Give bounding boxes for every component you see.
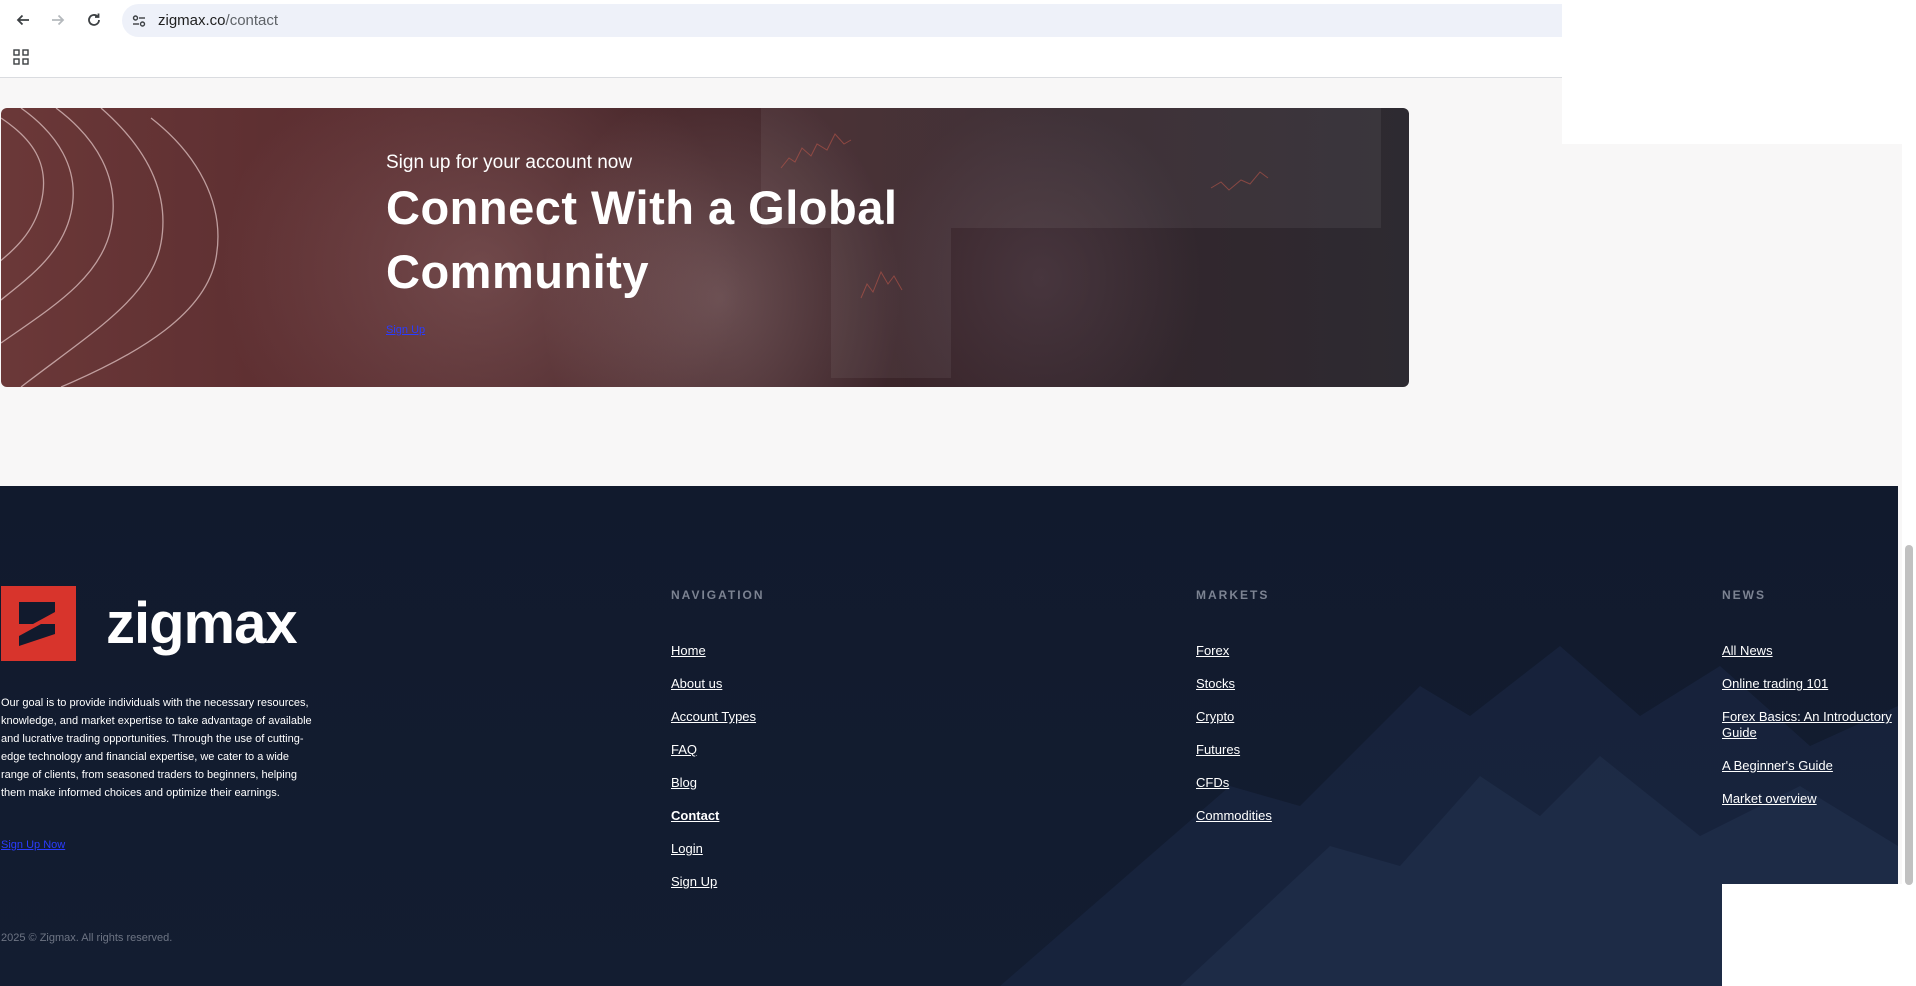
browser-toolbar: zigmax.co/contact xyxy=(0,0,1562,40)
footer-news-column: NEWS All News Online trading 101 Forex B… xyxy=(1722,588,1892,824)
footer-link-forex-basics[interactable]: Forex Basics: An Introductory Guide xyxy=(1722,709,1892,741)
page-body: Sign up for your account now Connect Wit… xyxy=(0,78,1916,986)
brand-logo[interactable]: zigmax xyxy=(1,586,298,661)
footer-link-online-trading-101[interactable]: Online trading 101 xyxy=(1722,676,1892,692)
apps-grid-icon[interactable] xyxy=(13,49,29,65)
banner-signup-link[interactable]: Sign Up xyxy=(386,324,425,336)
footer-link-market-overview[interactable]: Market overview xyxy=(1722,791,1892,807)
footer-link-futures[interactable]: Futures xyxy=(1196,742,1272,758)
footer-link-stocks[interactable]: Stocks xyxy=(1196,676,1272,692)
site-footer: zigmax Our goal is to provide individual… xyxy=(0,486,1898,986)
news-heading: NEWS xyxy=(1722,588,1766,602)
address-bar[interactable]: zigmax.co/contact xyxy=(122,4,1562,37)
reload-icon[interactable] xyxy=(80,8,108,32)
bookmarks-bar xyxy=(0,40,1562,78)
copyright-text: 2025 © Zigmax. All rights reserved. xyxy=(1,932,173,944)
blank-area xyxy=(1562,78,1916,144)
footer-link-home[interactable]: Home xyxy=(671,643,765,659)
signup-now-link[interactable]: Sign Up Now xyxy=(1,839,65,851)
url-path: /contact xyxy=(225,12,279,29)
markets-heading: MARKETS xyxy=(1196,588,1270,602)
zigmax-logo-icon xyxy=(1,586,76,661)
scrollbar-thumb[interactable] xyxy=(1905,545,1913,885)
footer-link-blog[interactable]: Blog xyxy=(671,775,765,791)
footer-link-crypto[interactable]: Crypto xyxy=(1196,709,1272,725)
site-info-icon[interactable] xyxy=(130,12,148,30)
forward-arrow-icon[interactable] xyxy=(44,8,72,32)
footer-link-contact[interactable]: Contact xyxy=(671,808,765,824)
footer-link-cfds[interactable]: CFDs xyxy=(1196,775,1272,791)
footer-navigation-column: NAVIGATION Home About us Account Types F… xyxy=(671,588,765,907)
page-viewport: Sign up for your account now Connect Wit… xyxy=(0,78,1916,986)
blank-overlay xyxy=(1722,884,1902,986)
footer-link-sign-up[interactable]: Sign Up xyxy=(671,874,765,890)
page-scrollbar[interactable] xyxy=(1902,78,1916,986)
footer-link-commodities[interactable]: Commodities xyxy=(1196,808,1272,824)
banner-title: Connect With a Global Community xyxy=(386,181,898,298)
brand-name: zigmax xyxy=(106,591,298,656)
url-domain: zigmax.co xyxy=(158,12,226,29)
footer-link-about-us[interactable]: About us xyxy=(671,676,765,692)
about-text: Our goal is to provide individuals with … xyxy=(1,697,312,799)
navigation-heading: NAVIGATION xyxy=(671,588,765,602)
signup-banner: Sign up for your account now Connect Wit… xyxy=(1,108,1409,387)
footer-markets-column: MARKETS Forex Stocks Crypto Futures CFDs… xyxy=(1196,588,1272,841)
footer-link-login[interactable]: Login xyxy=(671,841,765,857)
footer-link-all-news[interactable]: All News xyxy=(1722,643,1892,659)
url-text[interactable]: zigmax.co/contact xyxy=(158,12,278,29)
footer-link-account-types[interactable]: Account Types xyxy=(671,709,765,725)
footer-link-forex[interactable]: Forex xyxy=(1196,643,1272,659)
banner-subtitle: Sign up for your account now xyxy=(386,152,633,173)
back-arrow-icon[interactable] xyxy=(9,8,37,32)
footer-link-faq[interactable]: FAQ xyxy=(671,742,765,758)
footer-link-beginners-guide[interactable]: A Beginner's Guide xyxy=(1722,758,1892,774)
